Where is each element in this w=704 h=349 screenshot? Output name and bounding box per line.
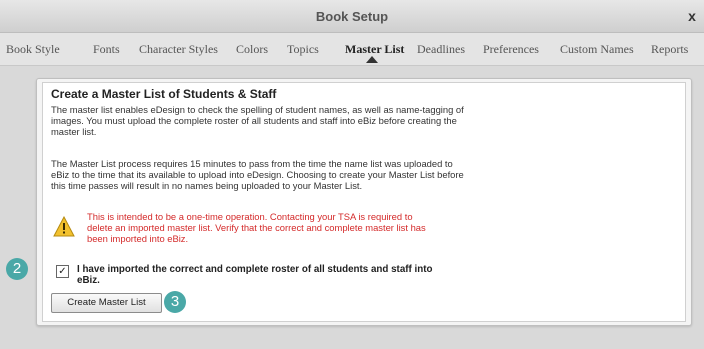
tab-colors[interactable]: Colors: [236, 42, 268, 57]
create-master-list-button[interactable]: Create Master List: [51, 293, 162, 313]
tab-topics[interactable]: Topics: [287, 42, 319, 57]
warning-triangle-icon: [53, 216, 75, 237]
book-setup-window: Book Setup x Book Style Fonts Character …: [0, 0, 704, 349]
tab-book-style[interactable]: Book Style: [6, 42, 60, 57]
tab-custom-names[interactable]: Custom Names: [560, 42, 634, 57]
tab-preferences[interactable]: Preferences: [483, 42, 539, 57]
panel-heading: Create a Master List of Students & Staff: [51, 87, 277, 101]
roster-confirm-checkbox[interactable]: ✓: [56, 265, 69, 278]
tab-master-list[interactable]: Master List: [345, 42, 404, 57]
tab-bar: Book Style Fonts Character Styles Colors…: [0, 33, 704, 66]
tab-character-styles[interactable]: Character Styles: [139, 42, 218, 57]
active-tab-indicator: [366, 56, 378, 63]
master-list-content: Create a Master List of Students & Staff…: [42, 82, 686, 322]
tab-fonts[interactable]: Fonts: [93, 42, 120, 57]
step-3-badge: 3: [164, 291, 186, 313]
step-2-badge: 2: [6, 258, 28, 280]
master-list-panel: Create a Master List of Students & Staff…: [36, 78, 692, 326]
tab-reports[interactable]: Reports: [651, 42, 688, 57]
roster-confirm-label: I have imported the correct and complete…: [77, 264, 433, 286]
title-bar: Book Setup x: [0, 0, 704, 33]
warning-message: This is intended to be a one-time operat…: [87, 211, 426, 244]
intro-paragraph: The master list enables eDesign to check…: [51, 104, 464, 137]
window-title: Book Setup: [315, 9, 389, 24]
close-button[interactable]: x: [684, 7, 700, 25]
timing-paragraph: The Master List process requires 15 minu…: [51, 158, 464, 191]
tab-deadlines[interactable]: Deadlines: [417, 42, 465, 57]
